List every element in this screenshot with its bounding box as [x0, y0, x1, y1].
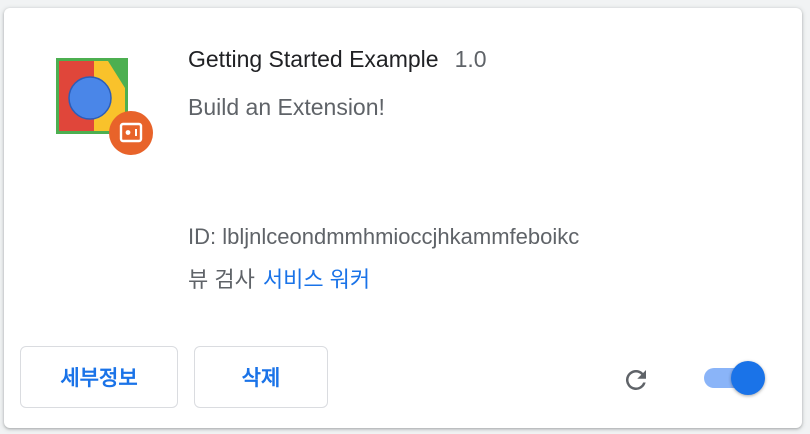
extension-title-row: Getting Started Example 1.0	[188, 46, 487, 78]
inspect-views-label: 뷰 검사	[188, 267, 255, 292]
extension-version: 1.0	[454, 46, 487, 72]
reload-icon	[625, 369, 646, 390]
extension-icon	[56, 48, 156, 158]
extension-card: Getting Started Example 1.0 Build an Ext…	[4, 8, 802, 428]
details-button[interactable]: 세부정보	[20, 346, 178, 408]
extension-id: ID: lbljnlceondmmhmioccjhkammfeboikc	[188, 224, 580, 249]
reload-button[interactable]	[618, 362, 654, 398]
toggle-knob	[731, 361, 765, 395]
extension-name: Getting Started Example	[188, 46, 439, 72]
extension-description: Build an Extension!	[188, 94, 385, 120]
enable-toggle[interactable]	[700, 360, 766, 396]
service-worker-link[interactable]: 서비스 워커	[263, 262, 370, 294]
unpacked-extension-badge-icon	[108, 110, 154, 156]
remove-button[interactable]: 삭제	[194, 346, 328, 408]
inspect-views-row: 뷰 검사 서비스 워커	[188, 262, 370, 294]
